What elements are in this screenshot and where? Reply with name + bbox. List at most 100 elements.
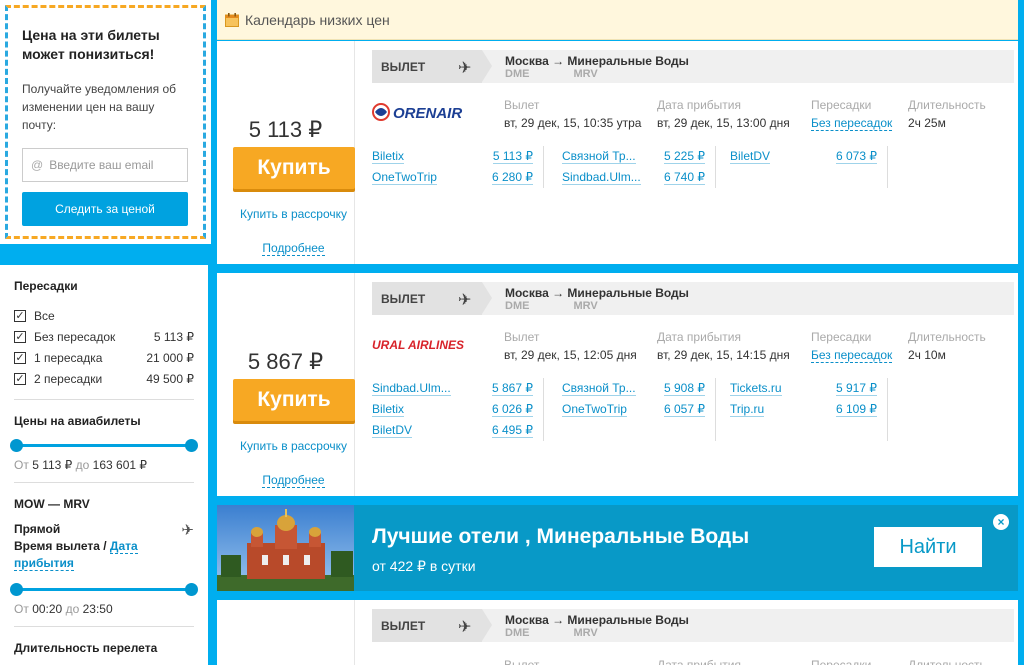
direct-label: Прямой <box>14 522 61 536</box>
depart-tag-label: ВЫЛЕТ <box>381 59 426 74</box>
offer-link[interactable]: Biletix 6 026 ₽ <box>372 399 533 420</box>
offer-link[interactable]: Trip.ru 6 109 ₽ <box>730 399 877 420</box>
at-icon: @ <box>31 158 44 172</box>
transfers-link[interactable]: Без пересадок <box>811 348 893 363</box>
svg-text:ORENAIR: ORENAIR <box>393 105 462 122</box>
hotel-ad-banner[interactable]: Лучшие отели , Минеральные Воды от 422 ₽… <box>217 505 1018 591</box>
airline-logo-orenair: ORENAIR <box>372 101 497 126</box>
duration-value: 2ч 10м <box>908 348 946 362</box>
duration-label: Длительность <box>908 98 986 112</box>
plane-icon: ✈ <box>181 522 194 539</box>
ticket-price: 5 867 ₽ <box>247 349 324 374</box>
duration-label: Длительность <box>908 330 986 344</box>
arrival-label: Дата прибытия <box>657 98 741 112</box>
checkbox[interactable]: ✓ <box>14 330 26 343</box>
to-code: MRV <box>573 627 598 639</box>
slider-max-handle[interactable] <box>185 583 198 596</box>
find-hotels-button[interactable]: Найти <box>874 527 982 567</box>
departure-time-label: Время вылета / <box>14 539 107 553</box>
price-alert-widget: Цена на эти билеты может понизиться! Пол… <box>0 0 211 244</box>
transfers-filter-title: Пересадки <box>14 279 78 293</box>
transfers-link[interactable]: Без пересадок <box>811 116 893 131</box>
price-alert-title: Цена на эти билеты может понизиться! <box>22 27 160 62</box>
offer-link[interactable]: Tickets.ru 5 917 ₽ <box>730 378 877 399</box>
price-alert-text: Получайте уведомления об изменении цен н… <box>22 82 176 132</box>
from-code: DME <box>505 300 530 312</box>
price-slider[interactable] <box>10 438 198 452</box>
buy-button[interactable]: Купить <box>233 379 355 421</box>
transfer-option-all[interactable]: ✓ Все <box>14 305 194 326</box>
departure-strip: ВЫЛЕТ ✈ Москва → Минеральные Воды DME MRV <box>372 609 1014 642</box>
time-slider[interactable] <box>10 582 198 596</box>
ticket-card: ВЫЛЕТ ✈ Москва → Минеральные Воды DME MRV… <box>217 600 1018 665</box>
arrival-value: вт, 29 дек, 15, 14:15 дня <box>657 348 790 362</box>
airline-logo-ural-airlines: URAL AIRLINES <box>372 333 497 358</box>
offer-link[interactable]: Sindbad.Ulm... 6 740 ₽ <box>562 167 705 188</box>
arrival-value: вт, 29 дек, 15, 13:00 дня <box>657 116 790 130</box>
ad-title: Лучшие отели , Минеральные Воды <box>372 525 750 548</box>
from-code: DME <box>505 627 530 639</box>
close-icon[interactable]: × <box>993 514 1009 530</box>
slider-min-handle[interactable] <box>10 439 23 452</box>
offer-link[interactable]: Sindbad.Ulm... 5 867 ₽ <box>372 378 533 399</box>
calendar-icon <box>225 12 239 27</box>
slider-min-handle[interactable] <box>10 583 23 596</box>
offer-link[interactable]: Biletix 5 113 ₽ <box>372 146 533 167</box>
plane-icon: ✈ <box>458 60 472 77</box>
buy-installments-link[interactable]: Купить в рассрочку <box>225 439 362 453</box>
offer-link[interactable]: OneTwoTrip 6 057 ₽ <box>562 399 705 420</box>
from-code: DME <box>505 68 530 80</box>
checkbox[interactable]: ✓ <box>14 351 26 364</box>
duration-value: 2ч 25м <box>908 116 946 130</box>
route-title: MOW — MRV <box>14 497 90 511</box>
departure-value: вт, 29 дек, 15, 10:35 утра <box>504 116 642 130</box>
plane-icon: ✈ <box>458 292 472 309</box>
price-filter-title: Цены на авиабилеты <box>14 414 141 428</box>
route-title: Москва → Минеральные Воды <box>505 54 689 68</box>
filters-panel: Пересадки ✓ Все ✓ Без пересадок 5 113 ₽ … <box>0 265 208 665</box>
buy-button[interactable]: Купить <box>233 147 355 189</box>
transfer-option-one[interactable]: ✓ 1 пересадка 21 000 ₽ <box>14 347 194 368</box>
details-link[interactable]: Подробнее <box>262 241 325 256</box>
transfer-option-two[interactable]: ✓ 2 пересадки 49 500 ₽ <box>14 368 194 389</box>
depart-tag-label: ВЫЛЕТ <box>381 291 426 306</box>
follow-price-button[interactable]: Следить за ценой <box>22 192 188 226</box>
plane-icon: ✈ <box>458 619 472 636</box>
time-range-text: От 00:20 до 23:50 <box>14 602 113 616</box>
email-field[interactable]: @ Введите ваш email <box>22 148 188 182</box>
transfers-label: Пересадки <box>811 330 872 344</box>
offer-link[interactable]: BiletDV 6 073 ₽ <box>730 146 877 167</box>
offer-link[interactable]: OneTwoTrip 6 280 ₽ <box>372 167 533 188</box>
offers-list: Biletix 5 113 ₽ OneTwoTrip 6 280 ₽ Связной… <box>372 146 892 188</box>
buy-installments-link[interactable]: Купить в рассрочку <box>225 207 362 221</box>
ad-subtitle: от 422 ₽ в сутки <box>372 558 476 574</box>
low-price-calendar-bar[interactable]: Календарь низких цен <box>217 0 1018 40</box>
details-link[interactable]: Подробнее <box>262 473 325 488</box>
route-title: Москва → Минеральные Воды <box>505 613 689 627</box>
departure-strip: ВЫЛЕТ ✈ Москва → Минеральные Воды DME MRV <box>372 50 1014 83</box>
departure-label: Вылет <box>504 98 540 112</box>
price-range-text: От 5 113 ₽ до 163 601 ₽ <box>14 458 148 472</box>
offer-link[interactable]: BiletDV 6 495 ₽ <box>372 420 533 441</box>
offer-link[interactable]: Связной Тр... 5 908 ₽ <box>562 378 705 399</box>
departure-strip: ВЫЛЕТ ✈ Москва → Минеральные Воды DME MRV <box>372 282 1014 315</box>
depart-tag-label: ВЫЛЕТ <box>381 618 426 633</box>
route-title: Москва → Минеральные Воды <box>505 286 689 300</box>
calendar-label: Календарь низких цен <box>245 11 390 28</box>
svg-text:URAL AIRLINES: URAL AIRLINES <box>372 338 464 352</box>
email-placeholder: Введите ваш email <box>49 158 154 172</box>
to-code: MRV <box>573 300 598 312</box>
church-photo <box>217 505 354 591</box>
slider-max-handle[interactable] <box>185 439 198 452</box>
ticket-card: 5 113 ₽ Купить Купить в рассрочку Подроб… <box>217 41 1018 264</box>
transfer-option-direct[interactable]: ✓ Без пересадок 5 113 ₽ <box>14 326 194 347</box>
ticket-price: 5 113 ₽ <box>248 117 323 142</box>
to-code: MRV <box>573 68 598 80</box>
departure-value: вт, 29 дек, 15, 12:05 дня <box>504 348 637 362</box>
ticket-card: 5 867 ₽ Купить Купить в рассрочку Подроб… <box>217 273 1018 496</box>
duration-filter-title: Длительность перелета <box>14 641 158 655</box>
offer-link[interactable]: Связной Тр... 5 225 ₽ <box>562 146 705 167</box>
checkbox[interactable]: ✓ <box>14 372 26 385</box>
checkbox[interactable]: ✓ <box>14 309 26 322</box>
arrival-label: Дата прибытия <box>657 330 741 344</box>
